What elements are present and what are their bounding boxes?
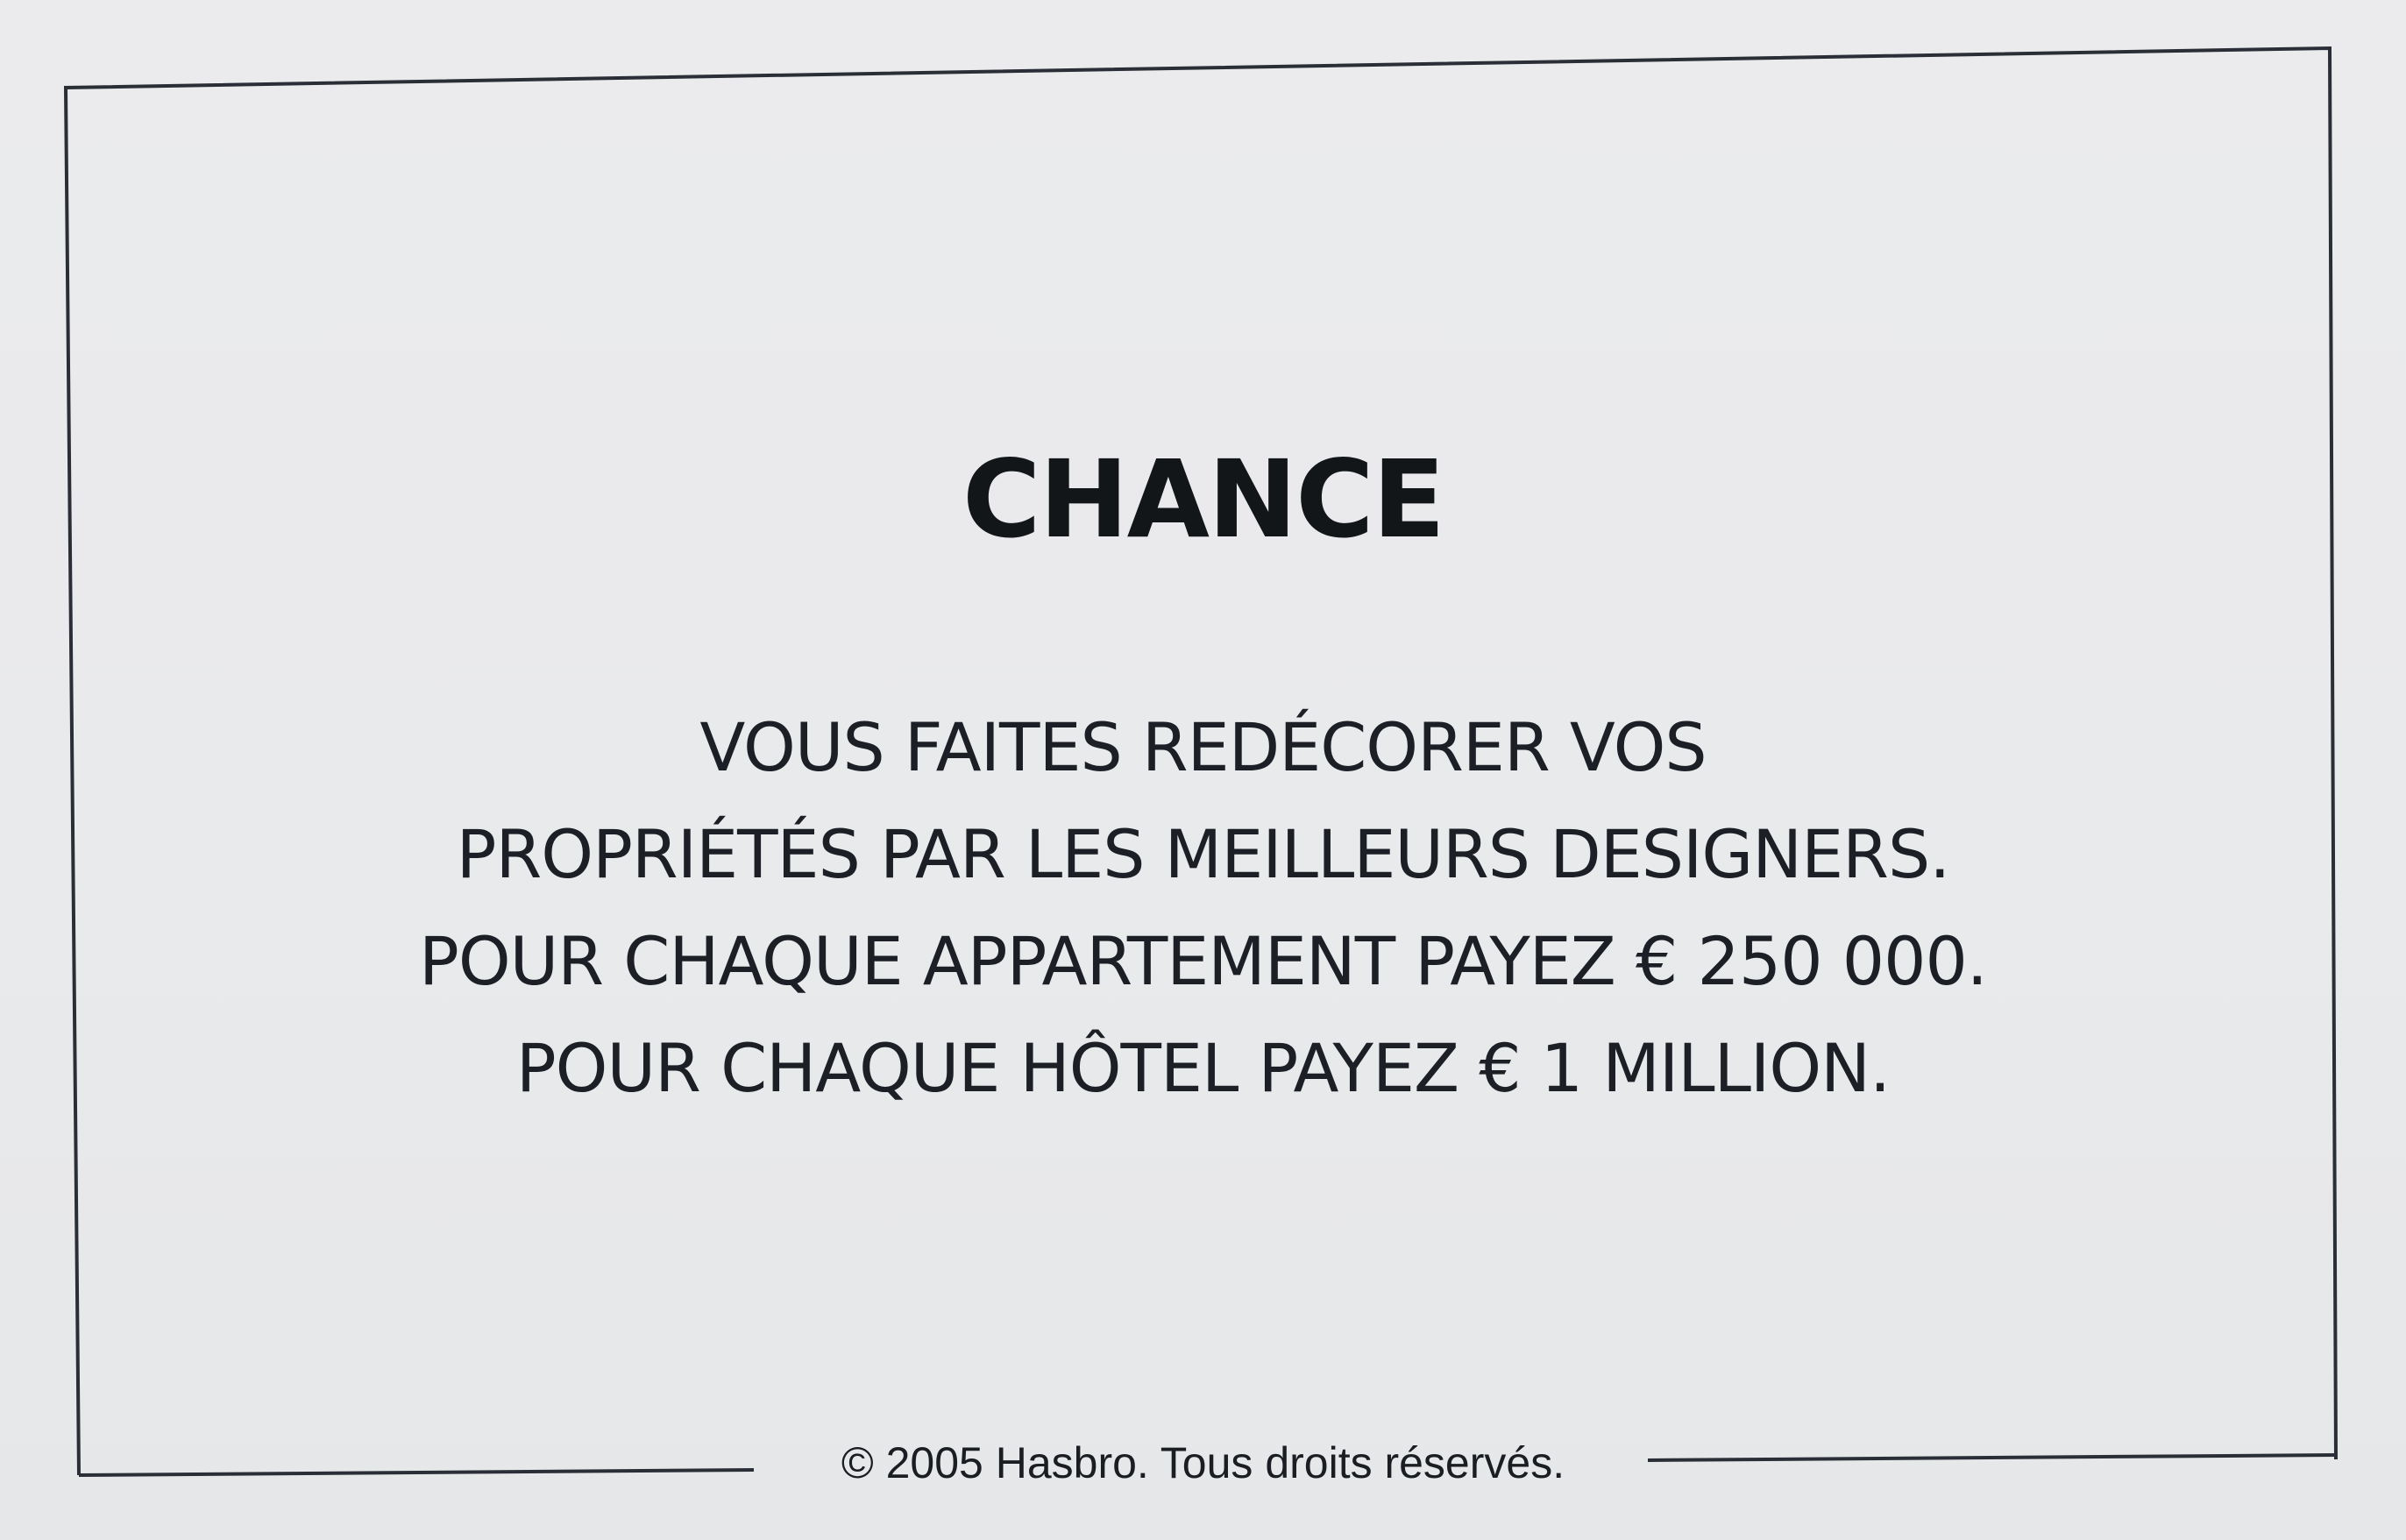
instruction-line-1: VOUS FAITES REDÉCORER VOS: [699, 708, 1707, 786]
instruction-line-3: POUR CHAQUE APPARTEMENT PAYEZ € 250 000.: [419, 922, 1988, 1000]
instruction-line-2: PROPRIÉTÉS PAR LES MEILLEURS DESIGNERS.: [456, 815, 1951, 893]
instruction-line-4: POUR CHAQUE HÔTEL PAYEZ € 1 MILLION.: [515, 1029, 1891, 1107]
card-instructions: VOUS FAITES REDÉCORER VOS PROPRIÉTÉS PAR…: [0, 694, 2406, 1122]
chance-card: CHANCE VOUS FAITES REDÉCORER VOS PROPRIÉ…: [0, 0, 2406, 1540]
copyright-notice: © 2005 Hasbro. Tous droits réservés.: [841, 1438, 1565, 1487]
card-title: CHANCE: [962, 437, 1445, 562]
